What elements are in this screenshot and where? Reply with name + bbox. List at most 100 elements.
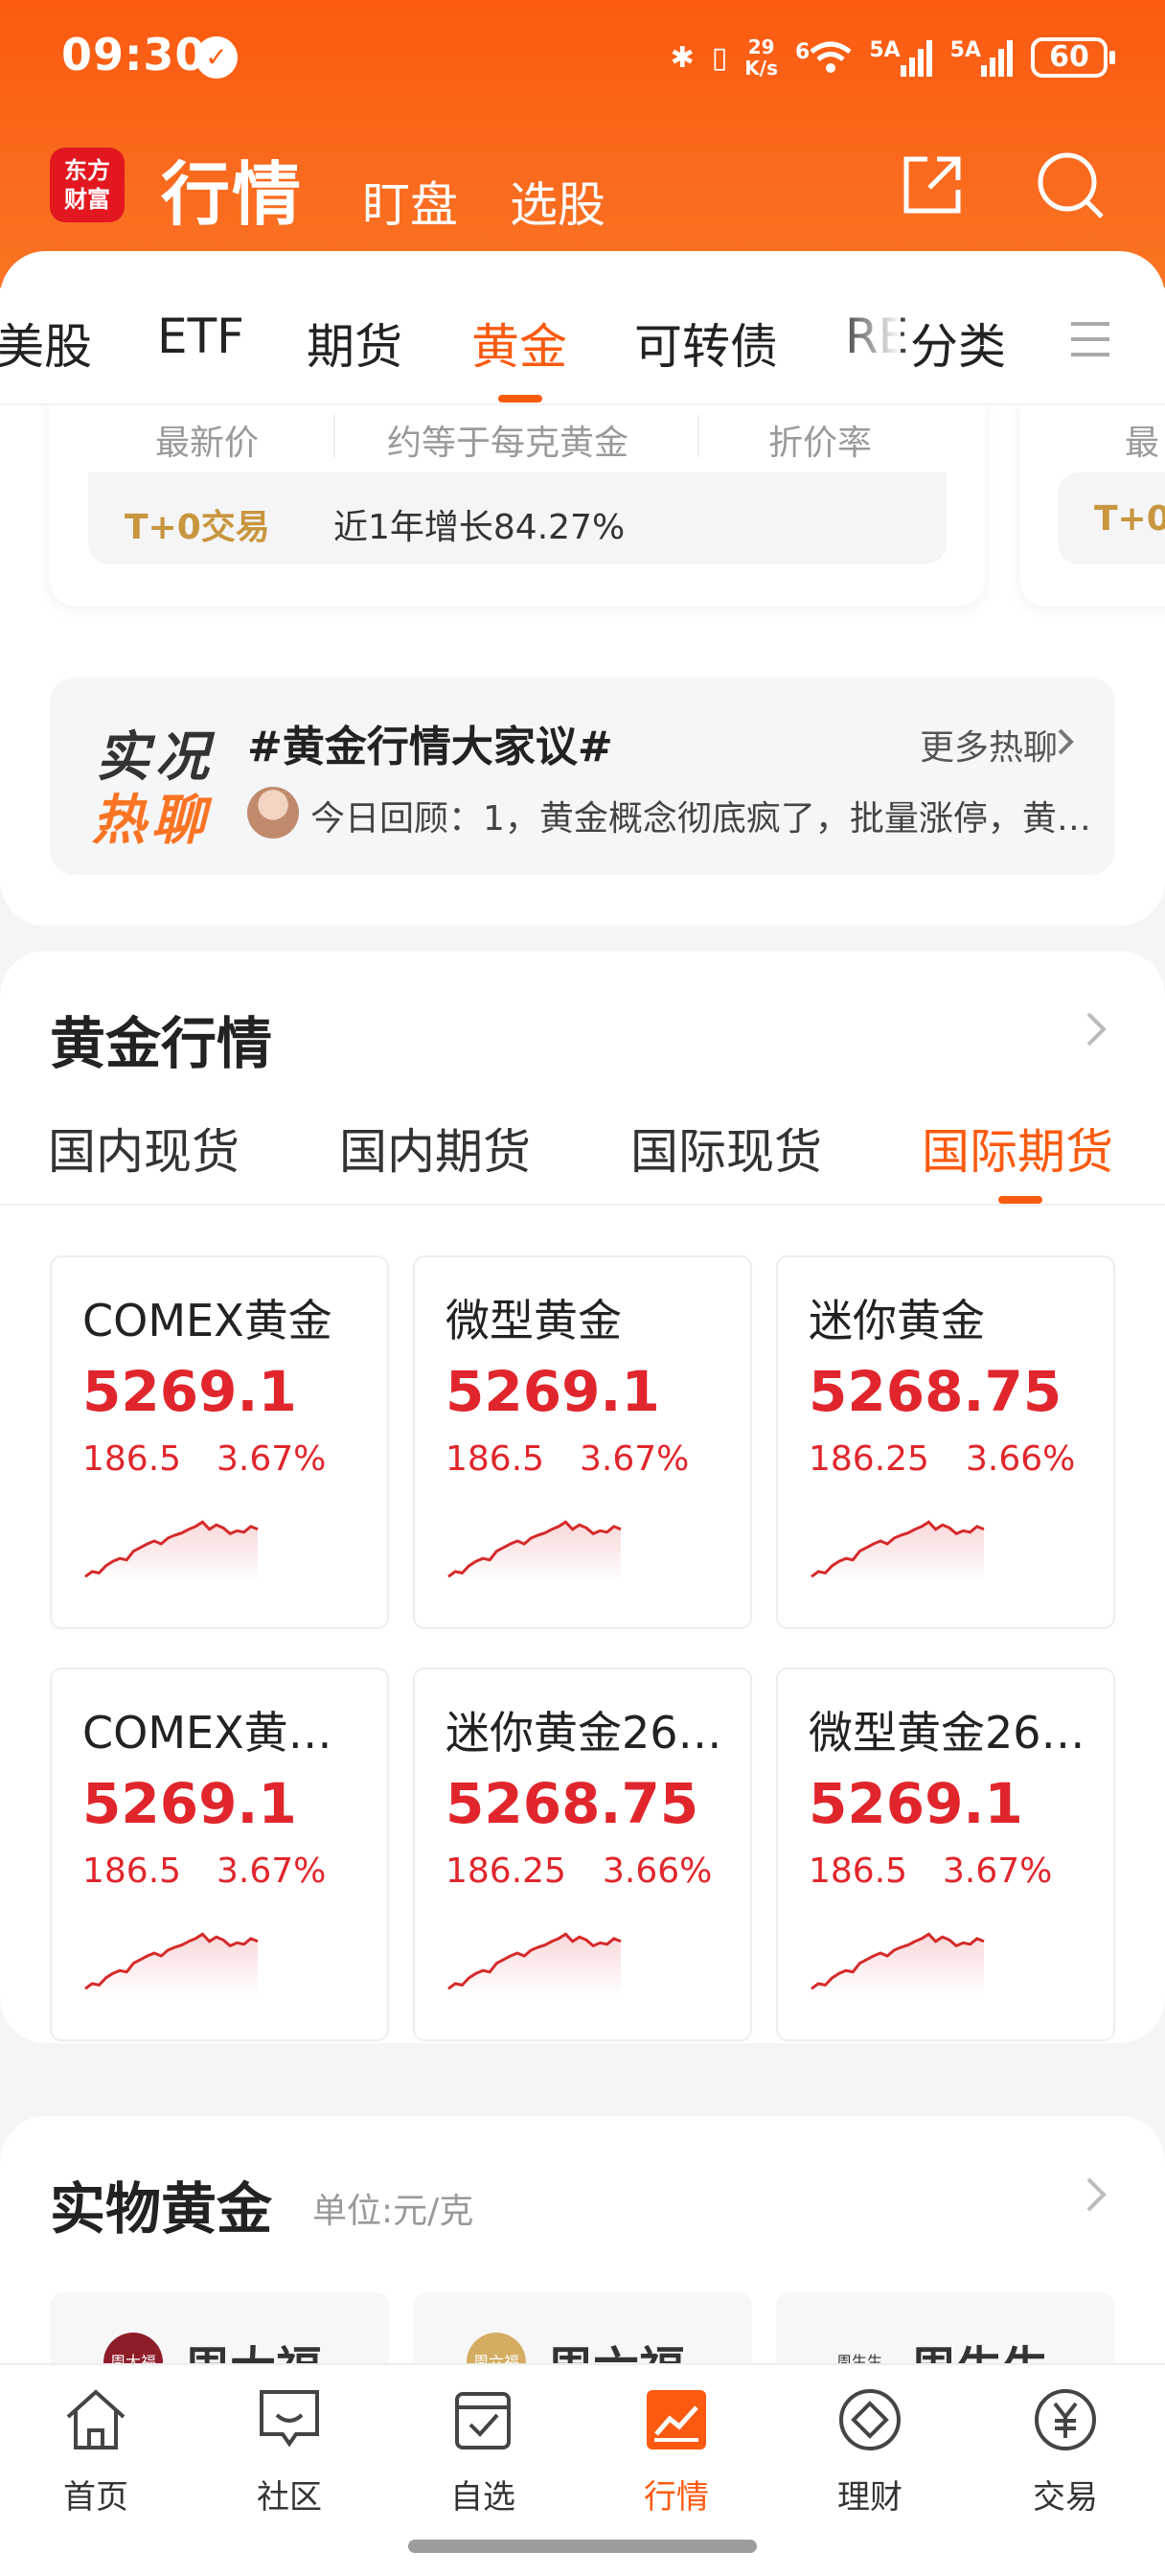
sparkline-area [448,1934,621,1995]
quote-change: 186.25 [809,1439,929,1479]
quote-change: 186.25 [445,1852,566,1891]
bottom-nav-label: 交易 [1033,2478,1098,2517]
tab-domestic-spot[interactable]: 国内现货 [48,1114,240,1183]
tab-futures[interactable]: 期货 [307,309,402,378]
top-nav: 东方 财富 行情 盯盘 选股 [0,134,1165,249]
battery-icon: 60 [1031,37,1115,78]
etf-label-per-gram: 约等于每克黄金 [387,424,629,463]
sparkline [447,1932,622,1995]
quote-card[interactable]: COMEX黄金 5269.1 186.5 3.67% [50,1255,389,1629]
bottom-nav-watchlist[interactable]: 自选 [416,2384,550,2518]
network-speed: 29 K/s [744,36,778,79]
etf2-info-bar: T+0 [1058,472,1165,564]
app-header: 09:30 ✓ ✱ ▯ 29 K/s 6 5A 5A 60 东方 财富 行情 盯… [0,0,1165,288]
quote-price: 5269.1 [82,1771,297,1836]
quote-card[interactable]: 迷你黄金 5268.75 186.25 3.66% [776,1255,1115,1629]
chevron-right-icon [1058,728,1074,755]
bottom-nav-label: 行情 [644,2478,709,2517]
gold-etf-card[interactable]: 最新价 约等于每克黄金 折价率 T+0交易 近1年增长84.27% [50,405,985,607]
physical-gold-title[interactable]: 实物黄金 [50,2164,272,2244]
quote-name: COMEX黄金 [82,1295,332,1346]
bottom-nav-wealth[interactable]: 理财 [803,2384,937,2518]
diamond-icon [839,2389,901,2450]
quote-name: 微型黄金 [445,1295,622,1346]
home-indicator[interactable] [408,2540,757,2553]
etf-section: 最新价 约等于每克黄金 折价率 T+0交易 近1年增长84.27% 最 T+0 … [0,405,1165,926]
checklist-icon [455,2392,511,2450]
category-tabs: 美股 ETF 期货 黄金 可转债 RE 分类 [0,251,1165,404]
tab-gold[interactable]: 黄金 [471,309,567,378]
quote-percent: 3.67% [217,1439,327,1479]
sim1-label: 5A [869,38,901,62]
sparkline-area [811,1934,984,1995]
active-tab-indicator [498,395,542,402]
sparkline [811,1520,985,1583]
logo-line1: 东方 [64,157,110,184]
nav-market[interactable]: 行情 [161,138,303,239]
app-logo: 东方 财富 [50,148,125,222]
quote-card[interactable]: COMEX黄金2604 5269.1 186.5 3.67% [50,1668,389,2041]
quote-change: 186.5 [445,1439,545,1479]
quote-name: COMEX黄金2604 [82,1707,370,1759]
nav-watch[interactable]: 盯盘 [362,167,458,236]
hot-chat-box[interactable]: 实况 热聊 #黄金行情大家议# 更多热聊 今日回顾：1，黄金概念彻底疯了，批量涨… [50,678,1115,875]
search-icon[interactable] [1033,148,1108,222]
quote-percent: 3.66% [603,1852,713,1891]
tab-classify[interactable]: 分类 [910,309,1006,378]
nav-stock-picker[interactable]: 选股 [510,167,605,236]
chevron-right-icon[interactable] [1085,1010,1108,1048]
quote-price: 5269.1 [445,1359,660,1424]
bottom-nav-label: 理财 [837,2478,902,2517]
menu-icon[interactable] [1069,318,1111,360]
network-speed-unit: K/s [744,57,778,80]
quote-price: 5269.1 [809,1771,1023,1836]
quote-name: 迷你黄金 [809,1295,985,1346]
tab-intl-spot[interactable]: 国际现货 [630,1114,822,1183]
gold-market-title[interactable]: 黄金行情 [50,999,272,1079]
tab-convertible-bonds[interactable]: 可转债 [634,309,778,378]
yen-icon [1035,2389,1096,2450]
bottom-nav-market[interactable]: 行情 [609,2384,743,2518]
wifi-icon: 6 [795,40,852,75]
gold-market-section: 黄金行情 国内现货 国内期货 国际现货 国际期货 COMEX黄金 5269.1 … [0,951,1165,2043]
quote-card[interactable]: 迷你黄金2604 5268.75 186.25 3.66% [413,1668,752,2041]
share-icon[interactable] [899,151,966,218]
quote-percent: 3.66% [966,1439,1076,1479]
active-tab-indicator [998,1196,1042,1204]
sparkline [811,1932,985,1995]
bottom-nav-trade[interactable]: 交易 [998,2384,1132,2518]
hot-chat-preview[interactable]: 今日回顾：1，黄金概念彻底疯了，批量涨停，黄金股一字板…… [310,791,1096,840]
more-hot-chat-link[interactable]: 更多热聊 [920,720,1058,770]
quote-percent: 3.67% [943,1852,1053,1891]
chevron-right-icon[interactable] [1085,2175,1108,2214]
bottom-nav-community[interactable]: 社区 [222,2384,356,2518]
quote-percent: 3.67% [217,1852,327,1891]
sparkline-area [85,1934,258,1995]
vibrate-icon: ▯ [711,40,728,75]
gold-etf-card-2[interactable]: 最 T+0 [1019,405,1165,607]
notification-app-icon: ✓ [195,36,238,79]
tab-us-stocks[interactable]: 美股 [0,309,92,378]
avatar [247,787,299,839]
hot-chat-topic[interactable]: #黄金行情大家议# [247,712,613,773]
quote-name: 迷你黄金2604 [445,1707,733,1759]
status-time: 09:30 [61,29,207,80]
status-bar: 09:30 ✓ ✱ ▯ 29 K/s 6 5A 5A 60 [0,0,1165,115]
tab-etf[interactable]: ETF [157,309,244,364]
bottom-nav-label: 首页 [63,2478,128,2517]
bottom-nav-label: 自选 [450,2478,515,2517]
tab-domestic-futures[interactable]: 国内期货 [339,1114,531,1183]
bottom-nav-label: 社区 [257,2478,322,2517]
bottom-nav-home[interactable]: 首页 [29,2384,163,2518]
quote-price: 5268.75 [809,1359,1062,1424]
tab-intl-futures[interactable]: 国际期货 [922,1114,1113,1183]
sparkline [84,1932,259,1995]
quote-card[interactable]: 微型黄金2604 5269.1 186.5 3.67% [776,1668,1115,2041]
t0-tag: T+0交易 [125,508,270,547]
quote-percent: 3.67% [580,1439,690,1479]
sparkline-area [448,1522,621,1583]
quote-card[interactable]: 微型黄金 5269.1 186.5 3.67% [413,1255,752,1629]
signal-icon-sim1: 5A [869,38,932,77]
physical-gold-unit: 单位:元/克 [312,2192,474,2231]
sim2-label: 5A [949,38,981,62]
